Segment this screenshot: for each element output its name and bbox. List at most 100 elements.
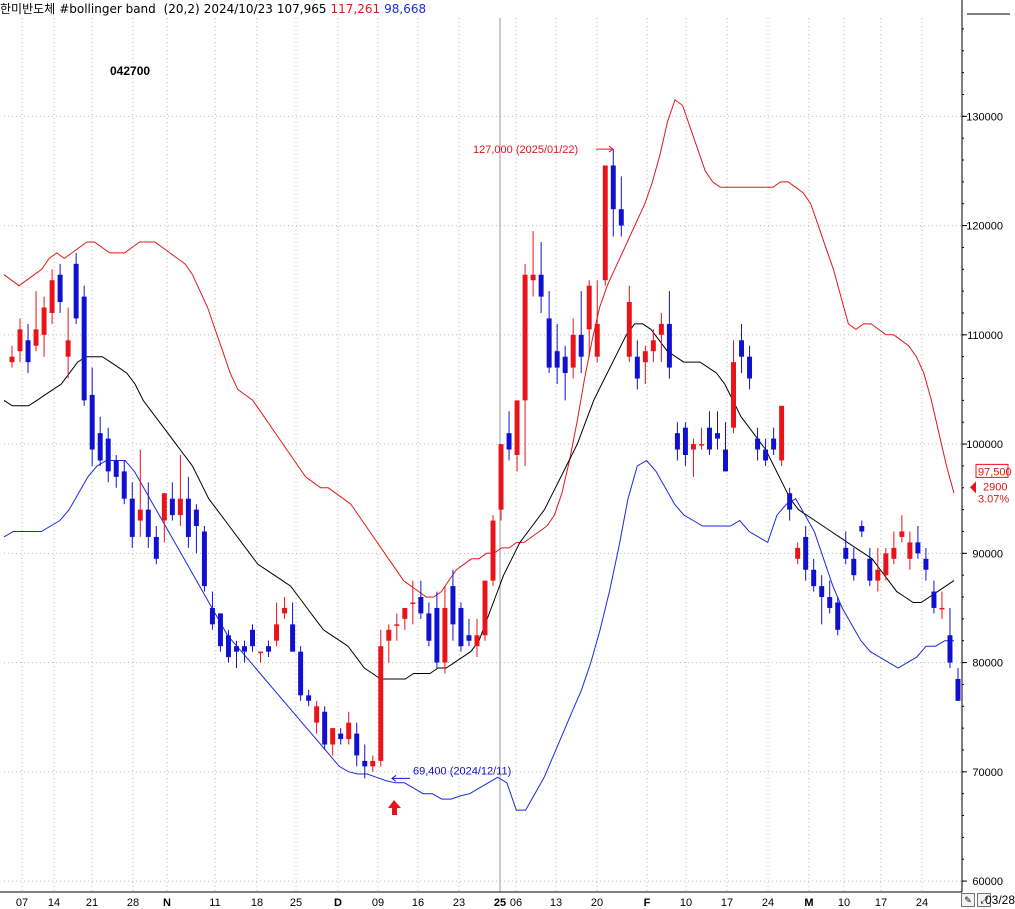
x-tick-label: 10 [680, 897, 692, 909]
candle-body [763, 449, 769, 461]
candle-body [658, 323, 664, 335]
candle-body [113, 460, 119, 477]
candle-body [129, 498, 135, 537]
candle-body [883, 553, 889, 576]
high-annotation: 127,000 (2025/01/22) [473, 144, 578, 156]
price-change-pct: 3.07% [978, 493, 1009, 505]
candle-body [298, 651, 304, 696]
low-arrow [391, 774, 410, 782]
x-tick-label: 25 [290, 897, 302, 909]
candle-body [490, 520, 496, 581]
candle-body [634, 356, 640, 379]
x-tick-label: 24 [762, 897, 774, 909]
x-tick-label: 24 [916, 897, 928, 909]
candle-body [698, 444, 704, 446]
indicator-params: (20,2) [163, 2, 200, 16]
candle-body [851, 558, 857, 576]
candle-body [426, 613, 432, 641]
x-tick-label: 09 [372, 897, 384, 909]
candle-body [578, 334, 584, 357]
candle-body [169, 498, 175, 516]
candle-body [41, 307, 47, 335]
high-arrow [596, 145, 614, 153]
candle-body [250, 629, 255, 647]
candle-body [266, 646, 272, 652]
candle-body [859, 526, 865, 532]
candle-body [290, 624, 296, 652]
candle-body [402, 607, 408, 619]
x-tick-label: N [163, 897, 171, 909]
candle-body [771, 438, 777, 450]
x-tick-label: 20 [591, 897, 603, 909]
candle-body [731, 362, 737, 428]
candle-body [706, 427, 712, 450]
candle-body [434, 607, 440, 663]
candle-body [835, 602, 841, 630]
candle-body [474, 635, 480, 647]
stock-name: 한미반도체 [0, 2, 56, 16]
y-tick-label: 120000 [966, 221, 1003, 233]
candle-body [955, 678, 961, 701]
candle-body [626, 302, 632, 357]
candle-body [811, 569, 817, 587]
candle-body [418, 597, 424, 614]
y-tick-label: 90000 [972, 548, 1003, 560]
candle-body [554, 351, 560, 368]
up-triangle-icon [970, 481, 976, 494]
x-tick-label: 14 [48, 897, 60, 909]
candle-body [209, 607, 215, 625]
y-tick-label: 110000 [967, 330, 1003, 342]
candle-body [482, 580, 488, 636]
candle-body [145, 509, 151, 537]
candle-body [803, 536, 809, 570]
x-tick-label: 21 [86, 897, 98, 909]
candle-body [875, 569, 881, 581]
candle-body [201, 531, 207, 587]
candle-body [594, 323, 600, 357]
candle-body [755, 438, 761, 450]
candle-body [242, 646, 247, 652]
candle-body [747, 356, 753, 379]
x-tick-label: 16 [412, 897, 424, 909]
x-tick-label: 25 [494, 897, 506, 909]
candle-body [618, 209, 624, 226]
candle-body [105, 438, 111, 472]
candle-body [33, 329, 39, 346]
candle-body [442, 607, 448, 663]
low-annotation: 69,400 (2024/12/11) [413, 765, 511, 777]
candle-body [137, 509, 143, 521]
candle-body [89, 394, 95, 450]
x-tick-label: 28 [127, 897, 139, 909]
candle-body [378, 646, 384, 761]
candle-body [274, 624, 280, 641]
candle-body [682, 427, 688, 455]
middle-value: 107,965 [276, 2, 327, 16]
candle-body [354, 733, 360, 756]
candle-body [65, 340, 71, 357]
candle-body [787, 493, 793, 510]
x-tick-label: 17 [875, 897, 887, 909]
candle-body [666, 323, 672, 368]
end-date: 03/28 [984, 893, 1015, 907]
last-price: 97,500 [978, 466, 1012, 478]
candle-body [931, 591, 937, 608]
x-tick-label: F [644, 897, 651, 909]
candle-body [153, 536, 159, 559]
pencil-icon[interactable]: ✎ [961, 893, 975, 907]
candle-body [915, 542, 921, 554]
candle-body [394, 624, 400, 626]
candle-body [650, 340, 656, 352]
candle-body [514, 400, 520, 455]
y-tick-label: 100000 [966, 439, 1003, 451]
indicator-name: #bollinger band [59, 2, 156, 16]
x-tick-label: 06 [510, 897, 522, 909]
candle-body [690, 444, 696, 450]
candle-body [723, 449, 728, 472]
candle-body [739, 340, 745, 357]
candle-body [177, 498, 183, 516]
candle-body [346, 722, 352, 740]
x-tick-label: M [804, 897, 813, 909]
middle_band-line [3, 323, 955, 680]
y-tick-label: 130000 [966, 111, 1003, 123]
candle-body [185, 498, 191, 537]
